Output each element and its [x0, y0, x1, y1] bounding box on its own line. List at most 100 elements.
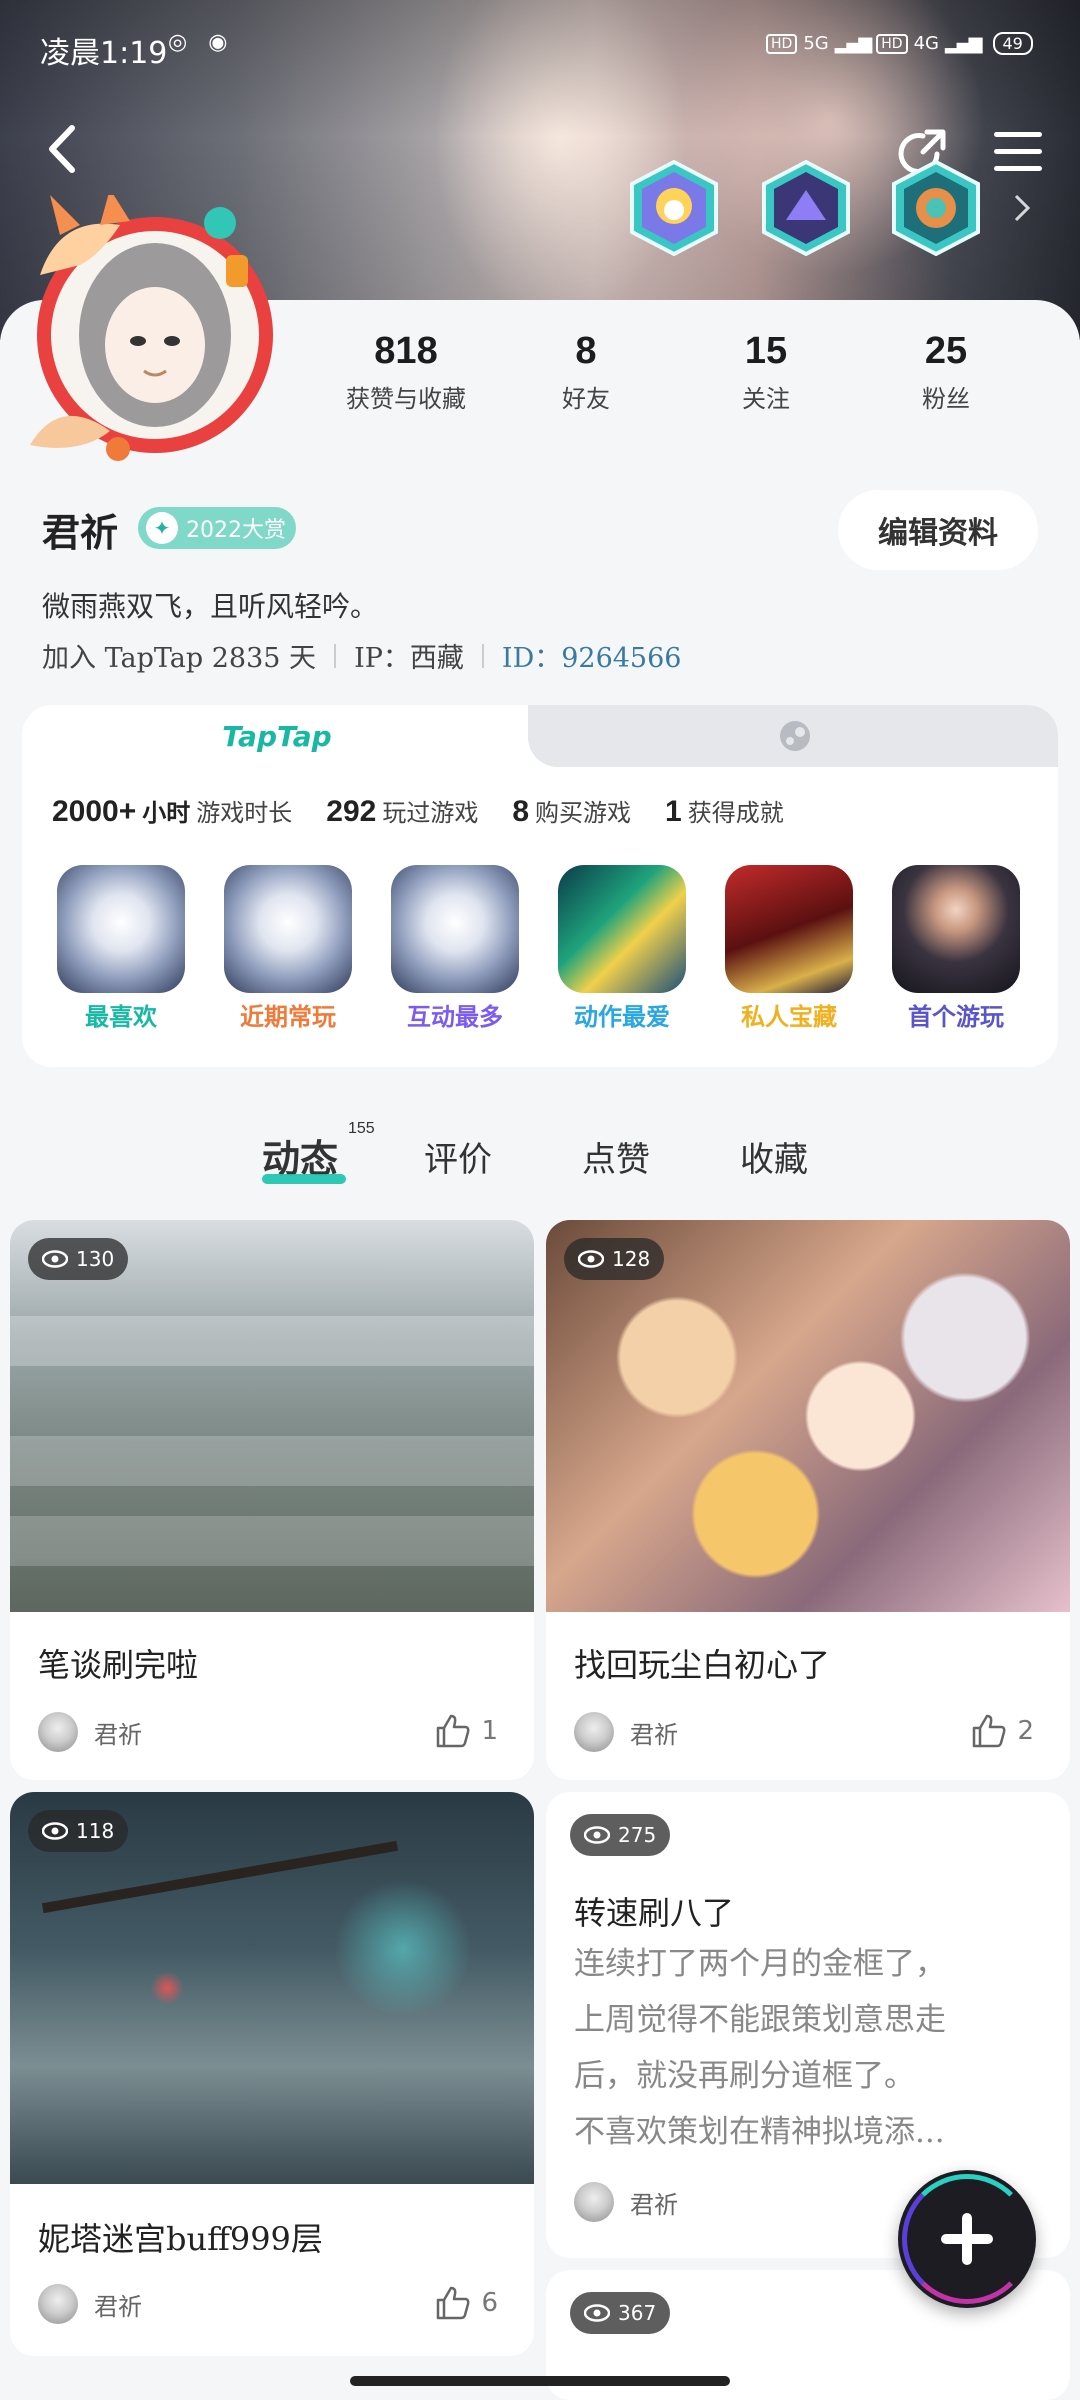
post-excerpt-line: 不喜欢策划在精神拟境添...: [574, 2114, 945, 2150]
like-count: 6: [481, 2288, 498, 2318]
game-icon: [57, 865, 185, 993]
post-title: 妮塔迷宫buff999层: [38, 2220, 323, 2258]
game-icon: [558, 865, 686, 993]
post-excerpt-line: 后，就没再刷分道框了。: [574, 2058, 915, 2094]
eye-icon: [42, 1822, 68, 1840]
tab-underline: [262, 1174, 346, 1184]
status-icons-right: HD 5G ▂▄▆ HD 4G ▂▄▆ 49: [766, 32, 1033, 55]
user-meta: 加入 TapTap 2835 天 IP：西藏 ID：9264566: [42, 636, 681, 675]
eye-icon: [42, 1250, 68, 1268]
post-author[interactable]: 君祈: [574, 2182, 678, 2222]
like-button[interactable]: 2: [971, 1714, 1034, 1748]
stat-number: 25: [924, 330, 968, 372]
view-count: 367: [570, 2292, 671, 2334]
author-avatar: [38, 1712, 78, 1752]
game-label: 动作最爱: [574, 1003, 670, 1031]
view-count: 128: [564, 1238, 665, 1280]
post-author[interactable]: 君祈: [574, 1712, 678, 1752]
battery-indicator: 49: [992, 32, 1033, 55]
edit-profile-button[interactable]: 编辑资料: [838, 490, 1038, 570]
post-title: 找回玩尘白初心了: [574, 1646, 831, 1684]
avatar[interactable]: [20, 189, 290, 465]
played-number: 292: [326, 795, 377, 828]
post-author[interactable]: 君祈: [38, 2284, 142, 2324]
status-time: 凌晨1:19: [40, 36, 168, 71]
game-icon: [725, 865, 853, 993]
achievement-badge-3[interactable]: [892, 159, 980, 257]
post-excerpt-line: 上周觉得不能跟策划意思走: [574, 2002, 946, 2038]
played-games: 292 玩过游戏: [326, 793, 478, 829]
tab-like[interactable]: 点赞: [582, 1132, 650, 1181]
eye-icon: [578, 1250, 604, 1268]
tab-review[interactable]: 评价: [424, 1132, 492, 1181]
award-badge[interactable]: ✦ 2022大赏: [138, 507, 296, 549]
like-button[interactable]: 6: [435, 2286, 498, 2320]
like-button[interactable]: 1: [435, 1714, 498, 1748]
game-favorite[interactable]: 最喜欢: [57, 865, 185, 1032]
tab-taptap[interactable]: TapTap: [22, 705, 532, 767]
stat-friends[interactable]: 8 好友: [496, 330, 676, 414]
signal-icon: ▂▄▆: [834, 33, 873, 54]
game-label: 互动最多: [407, 1003, 503, 1031]
post-card[interactable]: 130 笔谈刷完啦 君祈 1: [10, 1220, 534, 1780]
post-card[interactable]: 118 妮塔迷宫buff999层 君祈 6: [10, 1792, 534, 2356]
ip-location: IP：西藏: [354, 643, 464, 674]
trophy-icon: ✦: [146, 512, 178, 544]
signal-icon: ▂▄▆: [944, 33, 983, 54]
back-icon[interactable]: [44, 124, 80, 178]
home-indicator[interactable]: [350, 2376, 730, 2386]
tab-steam[interactable]: [528, 705, 1058, 767]
stat-number: 8: [575, 330, 597, 372]
author-name: 君祈: [94, 1720, 142, 1749]
post-excerpt-line: 连续打了两个月的金框了，: [574, 1946, 946, 1982]
joined-days: 加入 TapTap 2835 天: [42, 643, 317, 674]
menu-icon[interactable]: [994, 130, 1042, 178]
game-recent[interactable]: 近期常玩: [224, 865, 352, 1032]
status-icons-left: ◎ ◉: [168, 30, 227, 55]
game-first[interactable]: 首个游玩: [892, 865, 1020, 1032]
thumbs-up-icon: [437, 1714, 470, 1748]
view-count: 275: [570, 1814, 671, 1856]
achievement-badge-2[interactable]: [762, 159, 850, 257]
award-label: 2022大赏: [186, 518, 286, 543]
game-most-interactive[interactable]: 互动最多: [391, 865, 519, 1032]
game-treasure[interactable]: 私人宝藏: [725, 865, 853, 1032]
stat-followers[interactable]: 25 粉丝: [856, 330, 1036, 414]
dynamic-count: 155: [348, 1120, 375, 1137]
achievement-badge-1[interactable]: [630, 159, 718, 257]
post-title: 转速刷八了: [574, 1894, 735, 1932]
tab-collect[interactable]: 收藏: [740, 1132, 808, 1181]
eye-icon: [584, 1826, 610, 1844]
stat-label: 粉丝: [922, 385, 970, 413]
create-post-button[interactable]: [898, 2170, 1036, 2308]
author-avatar: [38, 2284, 78, 2324]
game-icon: [391, 865, 519, 993]
author-name: 君祈: [630, 2190, 678, 2219]
user-id[interactable]: ID：9264566: [502, 636, 682, 675]
view-number: 130: [76, 1247, 115, 1271]
post-card[interactable]: 128 找回玩尘白初心了 君祈 2: [546, 1220, 1070, 1780]
game-icons: 最喜欢 近期常玩 互动最多 动作最爱 私人宝藏 首个游玩: [57, 865, 1058, 1032]
network-label-2: 4G: [913, 33, 939, 54]
game-action[interactable]: 动作最爱: [558, 865, 686, 1032]
stat-likes[interactable]: 818 获赞与收藏: [316, 330, 496, 414]
author-avatar: [574, 2182, 614, 2222]
played-label: 玩过游戏: [382, 799, 479, 827]
app-icon: ◉: [208, 30, 228, 55]
notification-icon: ◎: [168, 30, 188, 55]
game-label: 近期常玩: [240, 1003, 336, 1031]
post-author[interactable]: 君祈: [38, 1712, 142, 1752]
eye-icon: [584, 2304, 610, 2322]
view-count: 118: [28, 1810, 129, 1852]
stat-following[interactable]: 15 关注: [676, 330, 856, 414]
bought-label: 购买游戏: [535, 799, 632, 827]
like-count: 2: [1017, 1716, 1034, 1746]
stat-label: 关注: [742, 385, 790, 413]
stat-label: 获赞与收藏: [346, 385, 466, 413]
like-count: 1: [481, 1716, 498, 1746]
chevron-right-icon[interactable]: [1012, 192, 1032, 228]
thumbs-up-icon: [437, 2286, 470, 2320]
play-hours: 2000+ 小时 游戏时长: [52, 793, 292, 829]
user-bio: 微雨燕双飞，且听风轻吟。: [42, 590, 379, 623]
game-label: 最喜欢: [85, 1003, 157, 1031]
